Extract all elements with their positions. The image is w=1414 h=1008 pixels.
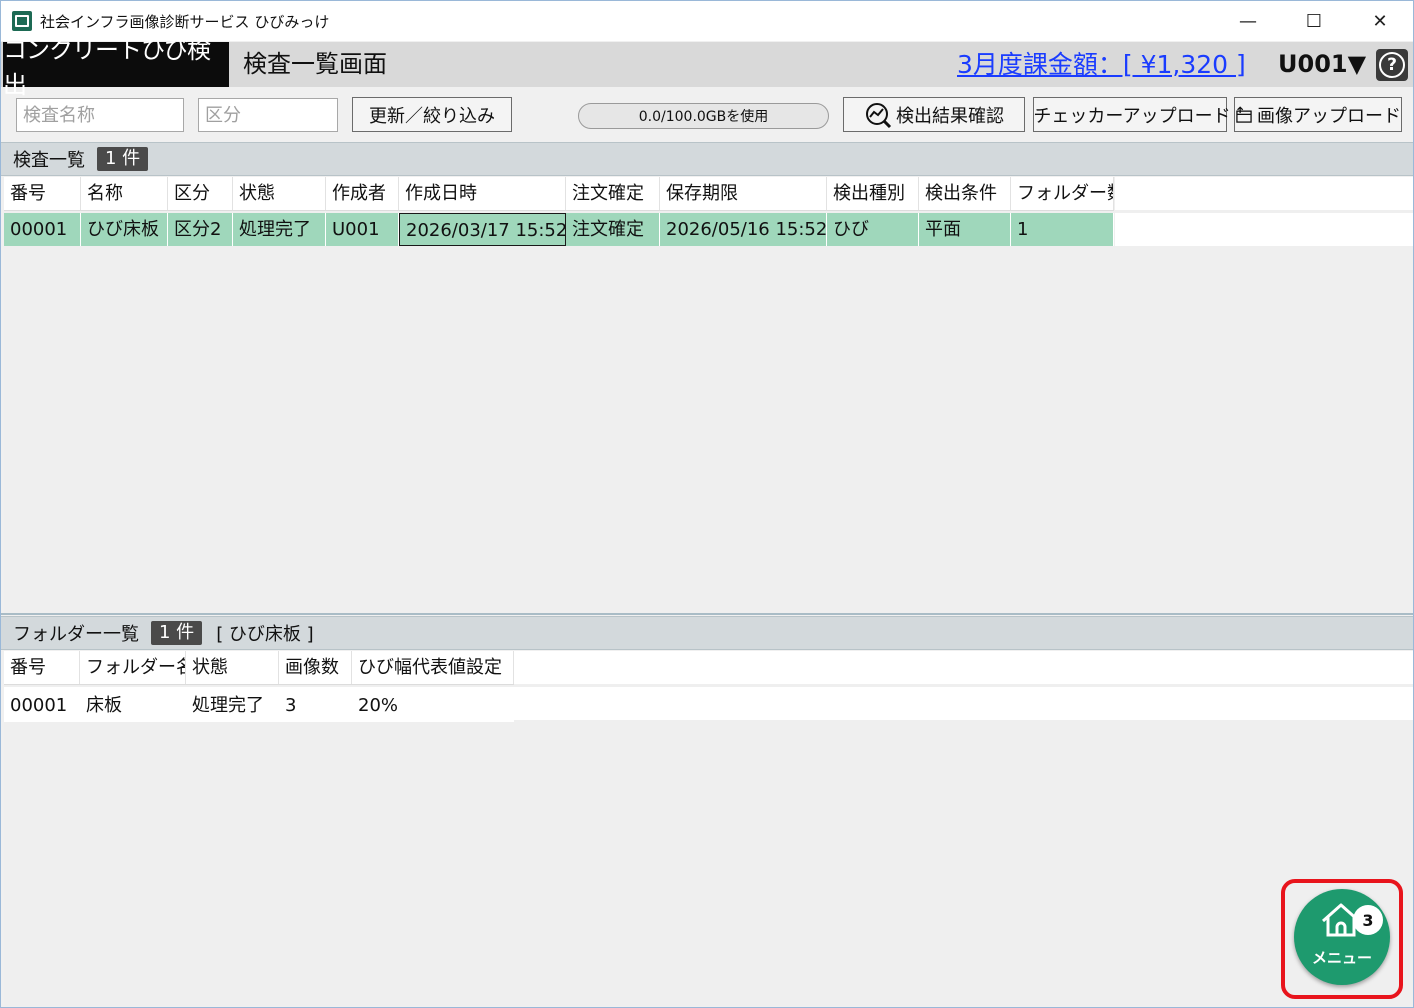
menu-notification-badge: 3	[1353, 905, 1383, 935]
table-row[interactable]: 00001 床板 処理完了 3 20%	[4, 689, 514, 722]
cell-retention[interactable]: 2026/05/16 15:52	[660, 213, 827, 246]
window-title: 社会インフラ画像診断サービス ひびみっけ	[40, 12, 330, 31]
inspection-list-header: 検査一覧 1 件	[1, 142, 1413, 176]
folder-list-header: フォルダー一覧 1 件 [ ひび床板 ]	[1, 616, 1413, 650]
checker-upload-label: チェッカーアップロード	[1033, 105, 1231, 127]
window-controls: — ☐ ✕	[1215, 1, 1413, 41]
billing-link[interactable]: 3月度課金額：[ ¥1,320 ]	[957, 42, 1246, 87]
col-header-folder-count[interactable]: フォルダー数	[1011, 177, 1114, 210]
col-header-status[interactable]: 状態	[186, 651, 279, 684]
user-menu[interactable]: U001▼	[1278, 42, 1366, 87]
inspection-grid: 番号 名称 区分 状態 作成者 作成日時 注文確定 保存期限 検出種別 検出条件…	[4, 177, 1413, 613]
col-header-category[interactable]: 区分	[168, 177, 233, 210]
cell-crack-width[interactable]: 20%	[352, 689, 514, 722]
cell-creator[interactable]: U001	[326, 213, 399, 246]
storage-usage-text: 0.0/100.0GBを使用	[638, 109, 769, 125]
col-header-status[interactable]: 状態	[233, 177, 326, 210]
row-filler	[1115, 213, 1413, 246]
folder-grid: 番号 フォルダー名 状態 画像数 ひび幅代表値設定 00001 床板 処理完了 …	[4, 651, 1413, 1006]
app-window: 社会インフラ画像診断サービス ひびみっけ — ☐ ✕ コンクリートひび検出 検査…	[0, 0, 1414, 1008]
col-header-detection-type[interactable]: 検出種別	[827, 177, 919, 210]
col-header-detection-condition[interactable]: 検出条件	[919, 177, 1011, 210]
col-header-number[interactable]: 番号	[4, 177, 81, 210]
close-button[interactable]: ✕	[1347, 1, 1413, 41]
col-header-folder-name[interactable]: フォルダー名	[80, 651, 186, 684]
image-upload-button[interactable]: 画像アップロード	[1234, 97, 1402, 132]
inspection-name-input[interactable]	[16, 98, 184, 132]
detection-result-button[interactable]: 検出結果確認	[843, 97, 1025, 132]
inspection-list-title: 検査一覧	[13, 150, 85, 171]
col-header-image-count[interactable]: 画像数	[279, 651, 352, 684]
chart-search-icon	[866, 102, 892, 128]
inspection-grid-header: 番号 名称 区分 状態 作成者 作成日時 注文確定 保存期限 検出種別 検出条件…	[4, 177, 1114, 211]
grid-header-filler	[1115, 177, 1413, 210]
folder-grid-header: 番号 フォルダー名 状態 画像数 ひび幅代表値設定	[4, 651, 514, 685]
category-input[interactable]	[198, 98, 338, 132]
cell-number[interactable]: 00001	[4, 689, 80, 722]
cell-detection-condition[interactable]: 平面	[919, 213, 1011, 246]
app-logo-icon	[12, 11, 32, 31]
table-row[interactable]: 00001 ひび床板 区分2 処理完了 U001 2026/03/17 15:5…	[4, 213, 1114, 246]
cell-created-at[interactable]: 2026/03/17 15:52	[399, 213, 566, 246]
detection-result-label: 検出結果確認	[896, 105, 1004, 127]
maximize-button[interactable]: ☐	[1281, 1, 1347, 41]
cell-order-confirmed[interactable]: 注文確定	[566, 213, 660, 246]
header-bar: コンクリートひび検出 検査一覧画面 3月度課金額：[ ¥1,320 ] U001…	[1, 36, 1413, 99]
inspection-count-badge: 1 件	[97, 147, 149, 171]
cell-image-count[interactable]: 3	[279, 689, 352, 722]
col-header-crack-width[interactable]: ひび幅代表値設定	[352, 651, 514, 684]
col-header-created-at[interactable]: 作成日時	[399, 177, 566, 210]
menu-button[interactable]: 3 メニュー	[1294, 889, 1390, 985]
menu-label: メニュー	[1311, 949, 1372, 967]
minimize-button[interactable]: —	[1215, 1, 1281, 41]
col-header-retention[interactable]: 保存期限	[660, 177, 827, 210]
folder-list-title: フォルダー一覧	[13, 624, 139, 645]
col-header-order-confirmed[interactable]: 注文確定	[566, 177, 660, 210]
help-icon: ?	[1379, 52, 1405, 78]
folder-target-label: [ ひび床板 ]	[216, 624, 314, 645]
image-upload-icon	[1236, 105, 1252, 123]
cell-number[interactable]: 00001	[4, 213, 81, 246]
grid-header-filler	[514, 651, 1413, 684]
cell-category[interactable]: 区分2	[168, 213, 233, 246]
page-title: 検査一覧画面	[243, 50, 387, 78]
cell-folder-count[interactable]: 1	[1011, 213, 1114, 246]
refresh-filter-button[interactable]: 更新／絞り込み	[352, 97, 512, 132]
cell-status[interactable]: 処理完了	[186, 689, 279, 722]
folder-count-badge: 1 件	[151, 621, 203, 645]
checker-upload-button[interactable]: チェッカーアップロード	[1033, 97, 1231, 132]
col-header-name[interactable]: 名称	[81, 177, 168, 210]
col-header-creator[interactable]: 作成者	[326, 177, 399, 210]
image-upload-label: 画像アップロード	[1257, 105, 1401, 127]
pane-splitter[interactable]	[1, 613, 1413, 615]
cell-status[interactable]: 処理完了	[233, 213, 326, 246]
cell-name[interactable]: ひび床板	[81, 213, 168, 246]
app-name: コンクリートひび検出	[3, 36, 229, 99]
cell-folder-name[interactable]: 床板	[80, 689, 186, 722]
cell-detection-type[interactable]: ひび	[827, 213, 919, 246]
col-header-number[interactable]: 番号	[4, 651, 80, 684]
help-button[interactable]: ?	[1376, 49, 1408, 81]
storage-usage-bar: 0.0/100.0GBを使用	[578, 103, 829, 129]
